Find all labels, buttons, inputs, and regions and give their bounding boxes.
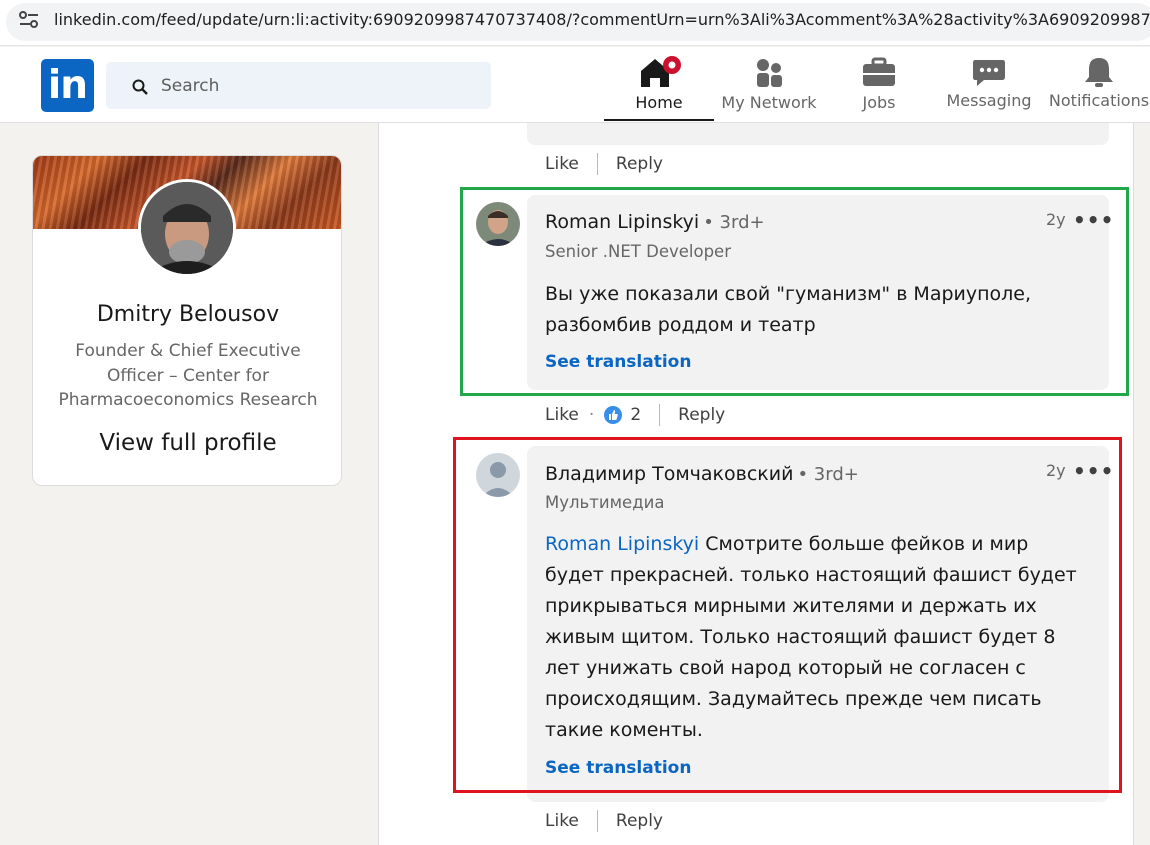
profile-photo — [141, 182, 233, 274]
home-icon — [641, 56, 681, 87]
comment-actions: Like Reply — [545, 810, 663, 832]
message-icon — [973, 60, 1005, 86]
url-text[interactable]: linkedin.com/feed/update/urn:li:activity… — [54, 10, 1150, 29]
view-full-profile-link[interactable]: View full profile — [33, 430, 341, 456]
like-button[interactable]: Like — [545, 154, 579, 174]
active-tab-indicator — [604, 119, 714, 121]
nav-my-network[interactable]: My Network — [714, 55, 824, 112]
linkedin-logo[interactable]: in — [41, 59, 94, 112]
search-icon — [132, 79, 148, 95]
nav-my-network-label: My Network — [721, 93, 817, 112]
bell-icon — [1085, 58, 1113, 87]
like-button[interactable]: Like — [545, 405, 579, 425]
browser-address-bar: linkedin.com/feed/update/urn:li:activity… — [0, 0, 1150, 46]
linkedin-header: in Home My Network Jobs — [0, 47, 1150, 123]
nav-home[interactable]: Home — [604, 55, 714, 121]
people-icon — [757, 59, 782, 87]
nav-jobs-label: Jobs — [862, 93, 896, 112]
nav-home-label: Home — [635, 93, 683, 112]
nav-messaging-label: Messaging — [946, 91, 1032, 110]
like-button[interactable]: Like — [545, 811, 579, 831]
like-reaction-icon — [604, 406, 623, 424]
red-highlight-box — [453, 437, 1122, 793]
divider — [596, 810, 598, 832]
nav-messaging[interactable]: Messaging — [934, 55, 1044, 110]
profile-avatar[interactable] — [138, 179, 236, 277]
reply-button[interactable]: Reply — [616, 154, 663, 174]
nav-jobs[interactable]: Jobs — [824, 55, 934, 112]
profile-headline: Founder & Chief Executive Officer – Cent… — [58, 341, 318, 410]
site-settings-icon[interactable] — [18, 10, 40, 30]
nav-notifications-label: Notifications — [1048, 91, 1150, 110]
search-input[interactable] — [161, 72, 461, 100]
nav-notifications[interactable]: Notifications — [1044, 55, 1150, 110]
previous-comment-bubble — [527, 123, 1109, 145]
reply-button[interactable]: Reply — [616, 811, 663, 831]
separator-dot: · — [588, 405, 595, 425]
reaction-count[interactable]: 2 — [630, 405, 641, 425]
search-box[interactable] — [106, 62, 491, 109]
divider — [596, 153, 598, 175]
reply-button[interactable]: Reply — [678, 405, 725, 425]
comment-actions: Like · 2 Reply — [545, 404, 725, 426]
briefcase-icon — [863, 57, 895, 86]
divider — [659, 404, 661, 426]
previous-comment-actions: Like Reply — [545, 153, 663, 175]
profile-name[interactable]: Dmitry Belousov — [33, 302, 341, 327]
profile-card: Dmitry Belousov Founder & Chief Executiv… — [32, 155, 342, 486]
green-highlight-box — [460, 187, 1129, 396]
